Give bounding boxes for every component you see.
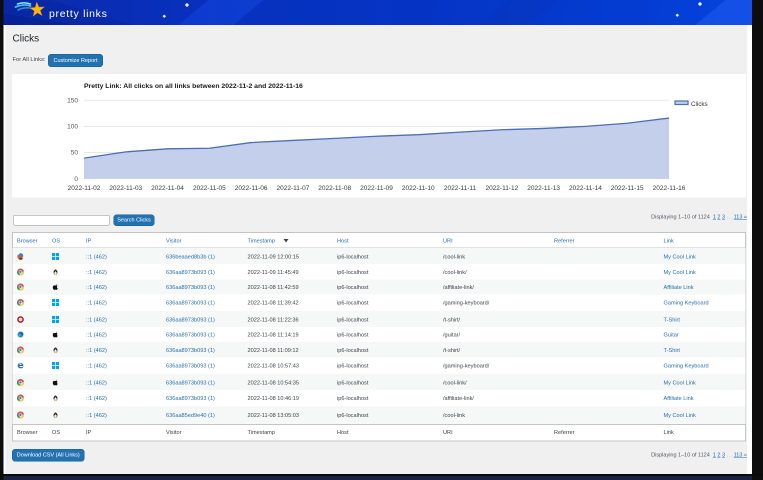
svg-text:2022-11-04: 2022-11-04: [151, 185, 184, 192]
svg-text:100: 100: [67, 124, 78, 131]
svg-text:2022-11-09: 2022-11-09: [360, 185, 393, 192]
svg-text:2022-11-13: 2022-11-13: [527, 185, 560, 192]
svg-text:2022-11-11: 2022-11-11: [444, 185, 477, 192]
svg-text:2022-11-12: 2022-11-12: [485, 185, 518, 192]
svg-text:2022-11-10: 2022-11-10: [402, 185, 435, 192]
svg-text:150: 150: [67, 98, 78, 105]
svg-text:2022-11-16: 2022-11-16: [653, 185, 686, 192]
svg-text:2022-11-15: 2022-11-15: [611, 185, 644, 192]
svg-text:2022-11-03: 2022-11-03: [109, 185, 142, 192]
svg-text:2022-11-05: 2022-11-05: [193, 185, 226, 192]
svg-text:0: 0: [74, 176, 78, 183]
svg-text:2022-11-07: 2022-11-07: [277, 185, 310, 192]
svg-text:2022-11-06: 2022-11-06: [235, 185, 268, 192]
svg-text:2022-11-08: 2022-11-08: [318, 185, 351, 192]
svg-text:50: 50: [71, 150, 79, 157]
svg-text:2022-11-14: 2022-11-14: [569, 185, 602, 192]
svg-text:Pretty Link: All clicks on all: Pretty Link: All clicks on all links bet…: [84, 83, 303, 90]
svg-text:Clicks: Clicks: [691, 101, 708, 108]
svg-text:2022-11-02: 2022-11-02: [68, 185, 101, 192]
